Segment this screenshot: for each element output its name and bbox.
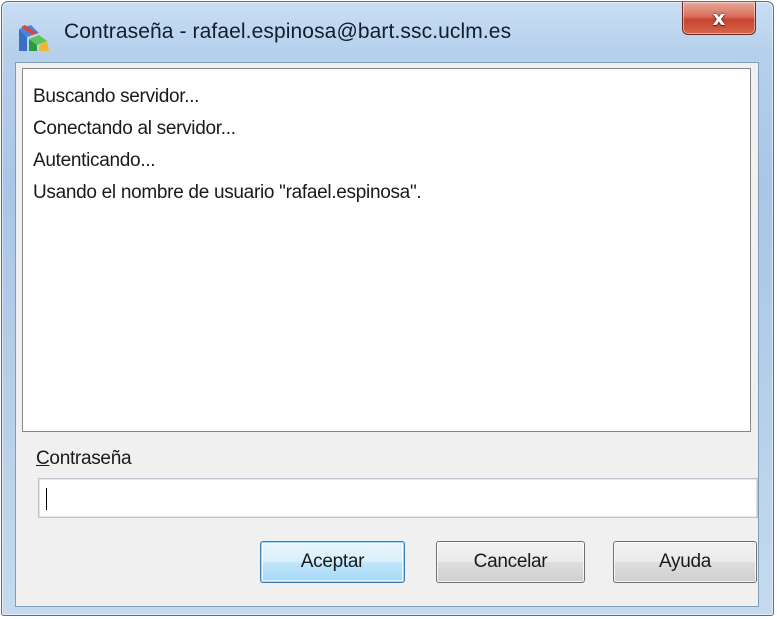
network-connection-icon <box>19 25 49 51</box>
close-icon: x <box>712 6 726 30</box>
log-line: Usando el nombre de usuario "rafael.espi… <box>33 182 422 203</box>
cancel-button[interactable]: Cancelar <box>436 541 585 583</box>
password-input[interactable] <box>38 478 758 518</box>
log-line: Autenticando... <box>33 150 156 171</box>
connection-log: Buscando servidor... Conectando al servi… <box>22 68 751 432</box>
password-label-rest: ontraseña <box>49 448 132 469</box>
text-caret <box>46 488 47 510</box>
dialog-content: Buscando servidor... Conectando al servi… <box>15 62 759 607</box>
log-line: Conectando al servidor... <box>33 118 236 139</box>
title-bar[interactable]: Contraseña - rafael.espinosa@bart.ssc.uc… <box>2 2 773 59</box>
help-button[interactable]: Ayuda <box>613 541 757 583</box>
close-button[interactable]: x <box>682 2 756 35</box>
password-label: Contraseña <box>36 448 132 470</box>
accept-button[interactable]: Aceptar <box>260 541 405 583</box>
window-title: Contraseña - rafael.espinosa@bart.ssc.uc… <box>64 20 512 43</box>
password-dialog-window: Contraseña - rafael.espinosa@bart.ssc.uc… <box>1 1 774 616</box>
password-label-access-key: C <box>36 448 50 469</box>
log-line: Buscando servidor... <box>33 86 200 107</box>
